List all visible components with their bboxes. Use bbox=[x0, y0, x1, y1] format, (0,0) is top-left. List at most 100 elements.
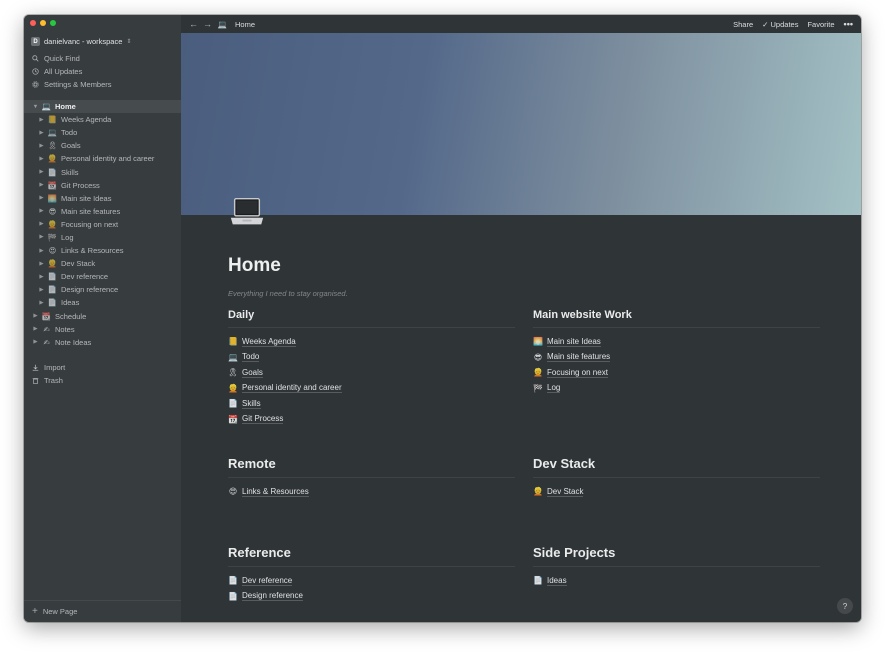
breadcrumb-label: Home bbox=[235, 19, 256, 29]
caret-right-icon[interactable]: ▶ bbox=[38, 117, 45, 123]
link-focusing-on-next[interactable]: 👱 Focusing on next bbox=[533, 365, 820, 381]
favorite-button[interactable]: Favorite bbox=[807, 20, 834, 29]
caret-right-icon[interactable]: ▶ bbox=[38, 234, 45, 240]
caret-down-icon[interactable]: ▼ bbox=[32, 104, 39, 110]
quick-find-button[interactable]: Quick Find bbox=[24, 52, 181, 65]
caret-right-icon[interactable]: ▶ bbox=[32, 313, 39, 319]
settings-members-button[interactable]: Settings & Members bbox=[24, 78, 181, 91]
link-dev-reference[interactable]: 📄 Dev reference bbox=[228, 573, 515, 589]
breadcrumb[interactable]: 💻 Home bbox=[218, 20, 255, 29]
person-icon: 👱 bbox=[47, 219, 58, 229]
minimize-window-button[interactable] bbox=[40, 20, 46, 26]
sidebar-item-log[interactable]: ▶ 🏁 Log bbox=[24, 231, 181, 244]
sidebar-item-ideas[interactable]: ▶ 📄 Ideas bbox=[24, 296, 181, 309]
help-button[interactable]: ? bbox=[837, 598, 853, 614]
caret-right-icon[interactable]: ▶ bbox=[38, 248, 45, 254]
sidebar-item-label: Focusing on next bbox=[61, 219, 119, 229]
sidebar-item-todo[interactable]: ▶ 💻 Todo bbox=[24, 126, 181, 139]
notebook-icon: 📒 bbox=[47, 115, 58, 125]
close-window-button[interactable] bbox=[30, 20, 36, 26]
link-label: Weeks Agenda bbox=[242, 336, 296, 347]
page-subtitle: Everything I need to stay organised. bbox=[228, 289, 348, 298]
caret-right-icon[interactable]: ▶ bbox=[38, 130, 45, 136]
laptop-icon: 💻 bbox=[41, 102, 52, 112]
workspace-avatar: D bbox=[31, 37, 40, 46]
link-dev-stack[interactable]: 👱 Dev Stack bbox=[533, 484, 820, 500]
sidebar-item-main-site-features[interactable]: ▶ 😎 Main site features bbox=[24, 205, 181, 218]
section-dev-stack: Dev Stack 👱 Dev Stack bbox=[533, 456, 820, 500]
sidebar-item-links-resources[interactable]: ▶ 😍 Links & Resources bbox=[24, 244, 181, 257]
link-log[interactable]: 🏁 Log bbox=[533, 381, 820, 397]
forward-arrow-icon[interactable]: → bbox=[203, 19, 212, 29]
laptop-icon[interactable] bbox=[228, 193, 266, 231]
sidebar-item-main-site-ideas[interactable]: ▶ 🌅 Main site Ideas bbox=[24, 192, 181, 205]
caret-right-icon[interactable]: ▶ bbox=[38, 156, 45, 162]
sidebar-item-note-ideas[interactable]: ▶ ✍ Note Ideas bbox=[24, 336, 181, 349]
import-button[interactable]: Import bbox=[32, 361, 65, 374]
caret-right-icon[interactable]: ▶ bbox=[38, 195, 45, 201]
share-button[interactable]: Share bbox=[733, 20, 753, 29]
link-skills[interactable]: 📄 Skills bbox=[228, 396, 515, 412]
link-label: Dev reference bbox=[242, 575, 293, 586]
topbar: ← → 💻 Home Share ✓ Updates Favorite ••• bbox=[181, 15, 861, 33]
sidebar-item-weeks-agenda[interactable]: ▶ 📒 Weeks Agenda bbox=[24, 113, 181, 126]
sidebar-item-label: Skills bbox=[61, 167, 79, 177]
link-goals[interactable]: 🎗 Goals bbox=[228, 365, 515, 381]
link-label: Personal identity and career bbox=[242, 383, 342, 394]
link-personal-identity[interactable]: 👱 Personal identity and career bbox=[228, 381, 515, 397]
sidebar-item-skills[interactable]: ▶ 📄 Skills bbox=[24, 165, 181, 178]
all-updates-button[interactable]: All Updates bbox=[24, 65, 181, 78]
link-main-site-features[interactable]: 😎 Main site features bbox=[533, 350, 820, 366]
sidebar-item-notes[interactable]: ▶ ✍ Notes bbox=[24, 323, 181, 336]
sidebar-item-git-process[interactable]: ▶ 📆 Git Process bbox=[24, 179, 181, 192]
page-title: Home bbox=[228, 255, 281, 276]
clock-icon bbox=[32, 68, 39, 75]
download-icon bbox=[32, 364, 39, 371]
caret-right-icon[interactable]: ▶ bbox=[38, 169, 45, 175]
caret-right-icon[interactable]: ▶ bbox=[38, 287, 45, 293]
sidebar-item-focusing-on-next[interactable]: ▶ 👱 Focusing on next bbox=[24, 218, 181, 231]
caret-right-icon[interactable]: ▶ bbox=[38, 300, 45, 306]
link-git-process[interactable]: 📆 Git Process bbox=[228, 412, 515, 428]
caret-right-icon[interactable]: ▶ bbox=[38, 261, 45, 267]
caret-right-icon[interactable]: ▶ bbox=[38, 221, 45, 227]
caret-right-icon[interactable]: ▶ bbox=[38, 182, 45, 188]
maximize-window-button[interactable] bbox=[50, 20, 56, 26]
caret-right-icon[interactable]: ▶ bbox=[38, 143, 45, 149]
link-main-site-ideas[interactable]: 🌅 Main site Ideas bbox=[533, 334, 820, 350]
link-label: Skills bbox=[242, 398, 261, 409]
sidebar-item-goals[interactable]: ▶ 🎗 Goals bbox=[24, 139, 181, 152]
flag-icon: 🏁 bbox=[47, 232, 58, 242]
caret-right-icon[interactable]: ▶ bbox=[38, 274, 45, 280]
new-page-button[interactable]: + New Page bbox=[24, 600, 181, 622]
link-weeks-agenda[interactable]: 📒 Weeks Agenda bbox=[228, 334, 515, 350]
link-label: Ideas bbox=[547, 575, 567, 586]
link-links-resources[interactable]: 😍 Links & Resources bbox=[228, 484, 515, 500]
sidebar-item-dev-reference[interactable]: ▶ 📄 Dev reference bbox=[24, 270, 181, 283]
updates-button[interactable]: ✓ Updates bbox=[762, 20, 798, 29]
ribbon-icon: 🎗 bbox=[47, 141, 58, 151]
sidebar-item-personal-identity[interactable]: ▶ 👱 Personal identity and career bbox=[24, 152, 181, 165]
sidebar-item-schedule[interactable]: ▶ 📆 Schedule bbox=[24, 310, 181, 323]
link-todo[interactable]: 💻 Todo bbox=[228, 350, 515, 366]
writing-hand-icon: ✍ bbox=[43, 324, 50, 334]
more-options-button[interactable]: ••• bbox=[844, 19, 853, 29]
cover-image bbox=[181, 33, 861, 215]
sidebar-item-label: Links & Resources bbox=[61, 246, 124, 256]
caret-right-icon[interactable]: ▶ bbox=[38, 208, 45, 214]
link-ideas[interactable]: 📄 Ideas bbox=[533, 573, 820, 589]
sidebar-item-design-reference[interactable]: ▶ 📄 Design reference bbox=[24, 283, 181, 296]
back-arrow-icon[interactable]: ← bbox=[189, 19, 198, 29]
section-daily: Daily 📒 Weeks Agenda 💻 Todo 🎗 Goals 👱 Person… bbox=[228, 309, 515, 427]
link-label: Todo bbox=[242, 352, 260, 363]
sidebar-item-home[interactable]: ▼ 💻 Home bbox=[24, 100, 181, 114]
caret-right-icon[interactable]: ▶ bbox=[32, 339, 39, 345]
link-design-reference[interactable]: 📄 Design reference bbox=[228, 589, 515, 605]
workspace-switcher[interactable]: D danielvanc - workspace ⇕ bbox=[31, 37, 131, 46]
page-tree: ▼ 💻 Home ▶ 📒 Weeks Agenda ▶ 💻 Todo ▶ 🎗 G… bbox=[24, 100, 181, 349]
sidebar-item-dev-stack[interactable]: ▶ 👱 Dev Stack bbox=[24, 257, 181, 270]
gear-icon bbox=[32, 81, 39, 88]
trash-button[interactable]: Trash bbox=[32, 374, 65, 387]
caret-right-icon[interactable]: ▶ bbox=[32, 326, 39, 332]
page-icon: 📄 bbox=[47, 285, 58, 295]
